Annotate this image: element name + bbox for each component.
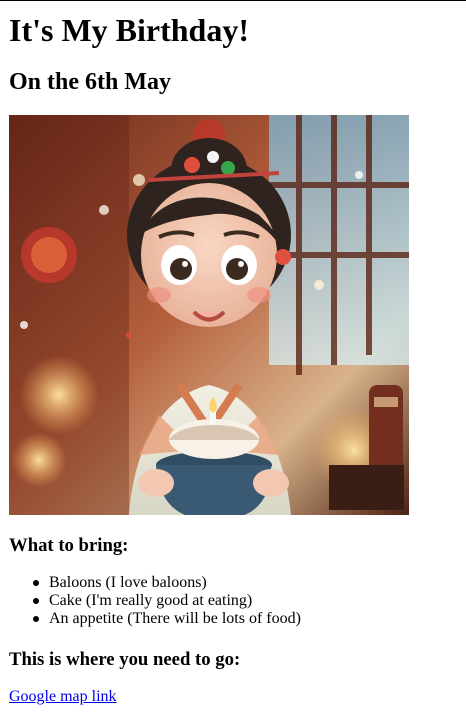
bring-item-appetite: An appetite (There will be lots of food) — [31, 610, 301, 628]
birthday-girl-image — [9, 115, 409, 515]
page-title: It's My Birthday! — [9, 12, 249, 48]
window-top-border — [0, 0, 466, 1]
bring-item-balloons: Baloons (I love baloons) — [31, 574, 301, 592]
birthday-girl-illustration — [9, 115, 409, 515]
location-heading: This is where you need to go: — [9, 649, 241, 670]
google-map-link[interactable]: Google map link — [9, 687, 117, 707]
bring-item-cake: Cake (I'm really good at eating) — [31, 592, 301, 610]
bring-list: Baloons (I love baloons) Cake (I'm reall… — [31, 574, 301, 628]
page-subtitle: On the 6th May — [9, 69, 171, 95]
what-to-bring-heading: What to bring: — [9, 535, 129, 556]
